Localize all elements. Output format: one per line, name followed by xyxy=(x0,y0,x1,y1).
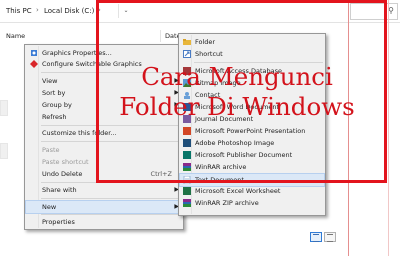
menu-separator xyxy=(41,198,181,199)
large-icons-view-button[interactable] xyxy=(324,232,336,242)
overlay-title: Cara Mengunci Folder Di Windows xyxy=(98,62,376,122)
menu-separator xyxy=(41,214,181,215)
breadcrumb-this-pc[interactable]: This PC xyxy=(6,7,32,15)
divider-line xyxy=(388,0,389,256)
excel-icon xyxy=(183,187,191,195)
winrar-zip-icon xyxy=(183,199,191,207)
navigation-pane-edge xyxy=(0,143,8,159)
details-view-icon xyxy=(313,234,319,242)
overlay-title-line-2: Folder Di Windows xyxy=(119,92,355,121)
breadcrumb-local-disk[interactable]: Local Disk (C:) xyxy=(44,7,94,15)
menu-item-share-with[interactable]: Share with ▶ xyxy=(26,184,182,196)
navigation-pane-edge xyxy=(0,100,8,116)
details-view-button[interactable] xyxy=(310,232,322,242)
new-excel-worksheet-item[interactable]: Microsoft Excel Worksheet xyxy=(180,185,324,197)
search-icon: ⚲ xyxy=(388,6,394,15)
overlay-title-line-1: Cara Mengunci xyxy=(141,62,333,91)
breadcrumb-separator: › xyxy=(36,6,39,14)
intel-graphics-icon xyxy=(30,49,38,57)
large-icons-view-icon xyxy=(327,234,333,242)
amd-graphics-icon xyxy=(30,60,38,68)
menu-item-properties[interactable]: Properties xyxy=(26,216,182,228)
menu-item-new[interactable]: New ▶ xyxy=(25,200,183,214)
new-winrar-zip-item[interactable]: WinRAR ZIP archive xyxy=(180,197,324,209)
column-name-header[interactable]: Name xyxy=(6,32,25,40)
